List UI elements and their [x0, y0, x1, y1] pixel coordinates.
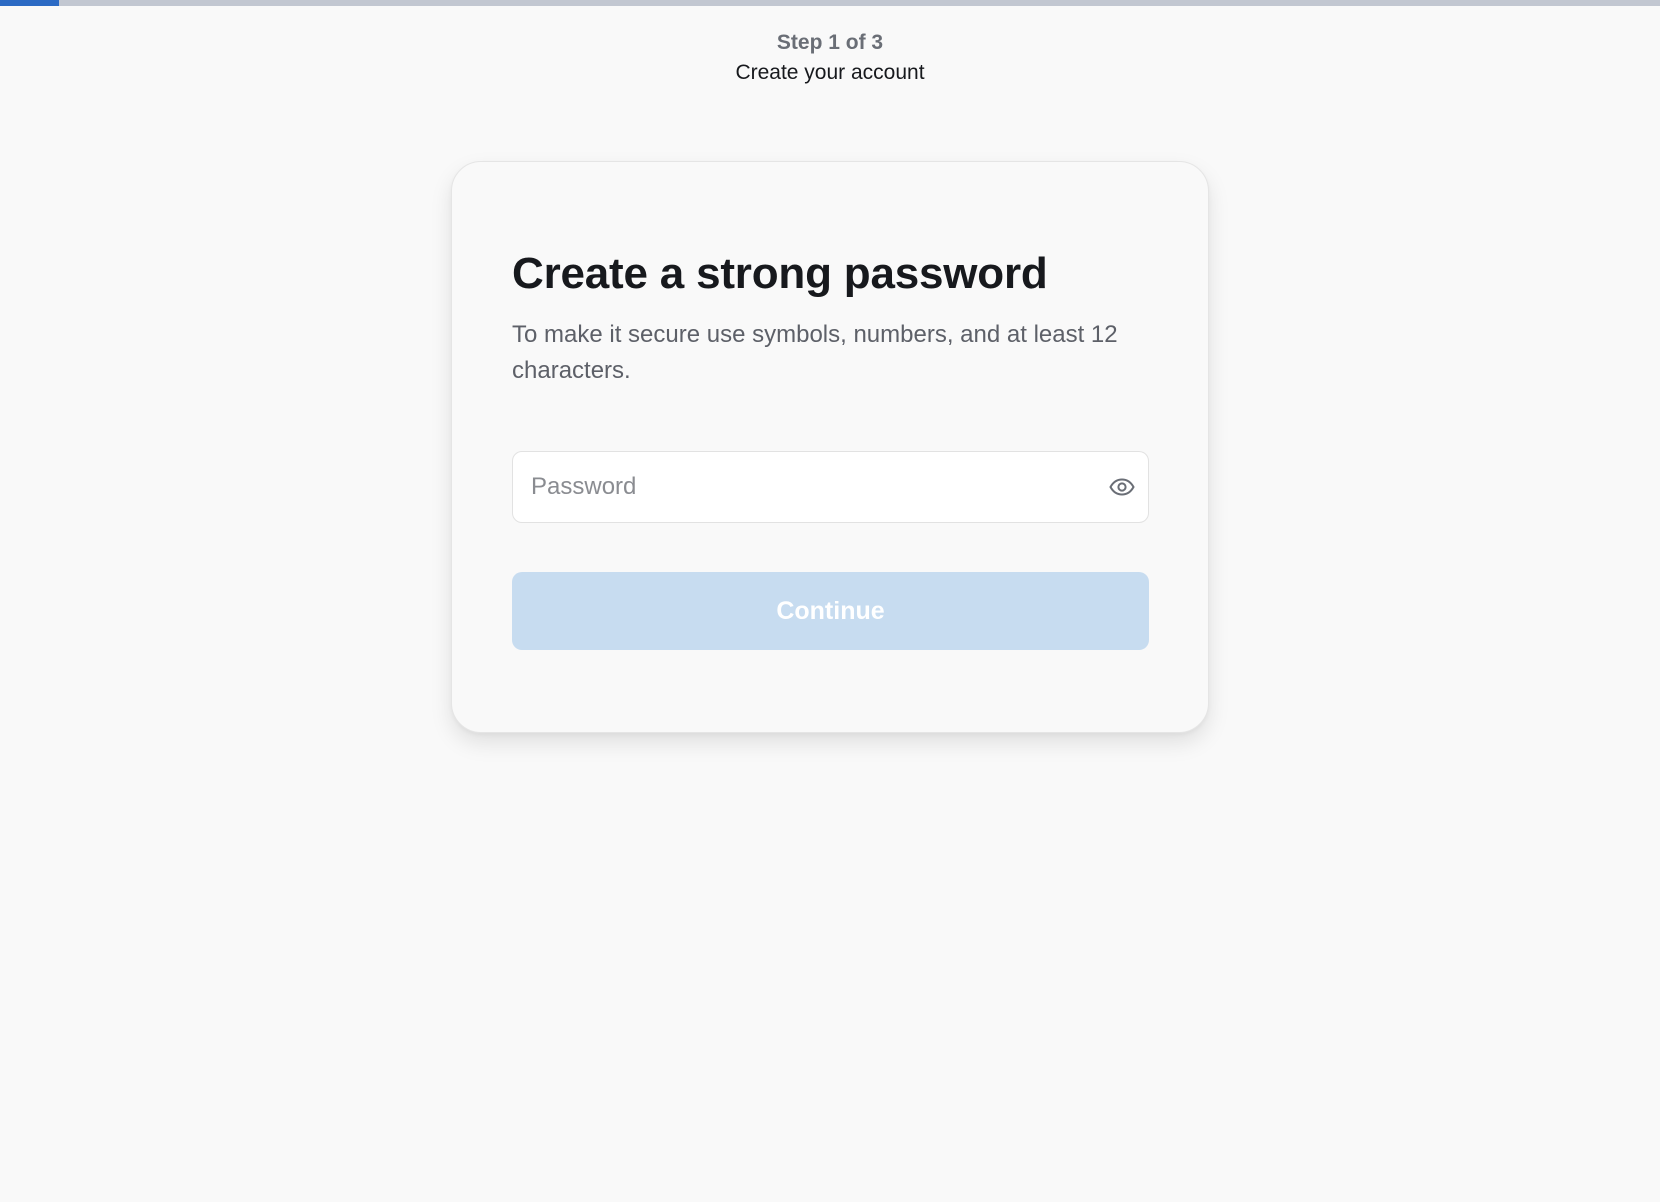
continue-button[interactable]: Continue — [512, 572, 1149, 650]
step-indicator: Step 1 of 3 — [776, 31, 884, 54]
card-title: Create a strong password — [512, 249, 1048, 298]
progress-bar-fill — [0, 0, 59, 6]
eye-icon[interactable] — [1108, 473, 1136, 501]
step-title: Create your account — [735, 61, 925, 84]
password-card: Create a strong password To make it secu… — [451, 161, 1209, 733]
password-input[interactable] — [513, 452, 1073, 522]
password-field — [512, 451, 1149, 523]
progress-bar — [0, 0, 1660, 6]
step-header: Step 1 of 3 Create your account — [0, 28, 1660, 88]
card-description: To make it secure use symbols, numbers, … — [512, 321, 1118, 384]
